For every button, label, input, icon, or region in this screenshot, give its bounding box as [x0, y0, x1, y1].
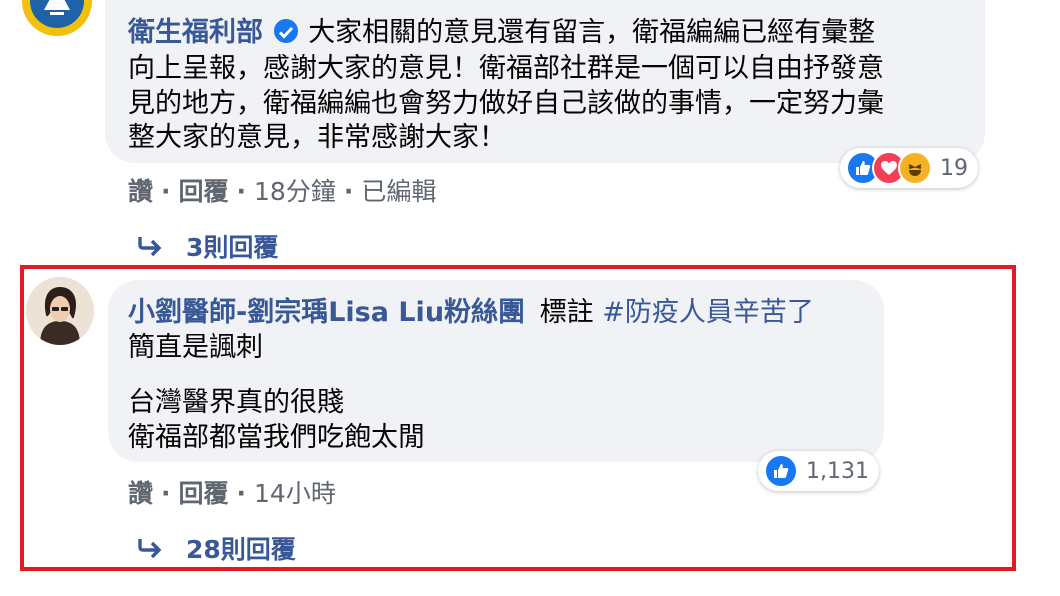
ministry-avatar[interactable] — [22, 0, 92, 36]
reply-link[interactable]: 回覆 — [179, 172, 229, 208]
comment-line-4: 整大家的意見，非常感謝大家！ — [128, 122, 506, 153]
comment-author[interactable]: 衛生福利部 — [128, 17, 263, 48]
edited-label[interactable]: 已編輯 — [361, 172, 436, 208]
comment-line-2: 向上呈報，感謝大家的意見！衛福部社群是一個可以自由抒發意 — [128, 53, 884, 84]
reply-arrow-icon — [138, 237, 162, 257]
haha-reaction-icon — [898, 151, 932, 185]
ministry-logo-icon — [22, 0, 92, 36]
timestamp[interactable]: 18分鐘 — [254, 172, 336, 208]
reaction-summary[interactable]: 19 — [840, 148, 978, 188]
view-replies-link[interactable]: 3則回覆 — [138, 228, 278, 264]
replies-count: 3則回覆 — [186, 233, 279, 262]
comment-line-3: 見的地方，衛福編編也會努力做好自己該做的事情，一定努力彙 — [128, 88, 884, 119]
like-link[interactable]: 讚 — [128, 172, 153, 208]
highlight-box — [20, 265, 1016, 571]
comment-actions: 讚 · 回覆 · 18分鐘 · 已編輯 — [128, 172, 436, 208]
comment-line-1: 衛生福利部 大家相關的意見還有留言，衛福編編已經有彙整 — [128, 16, 875, 50]
verified-badge-icon — [273, 19, 298, 43]
reaction-count: 19 — [940, 155, 968, 181]
comment-text: 大家相關的意見還有留言，衛福編編已經有彙整 — [308, 17, 876, 48]
